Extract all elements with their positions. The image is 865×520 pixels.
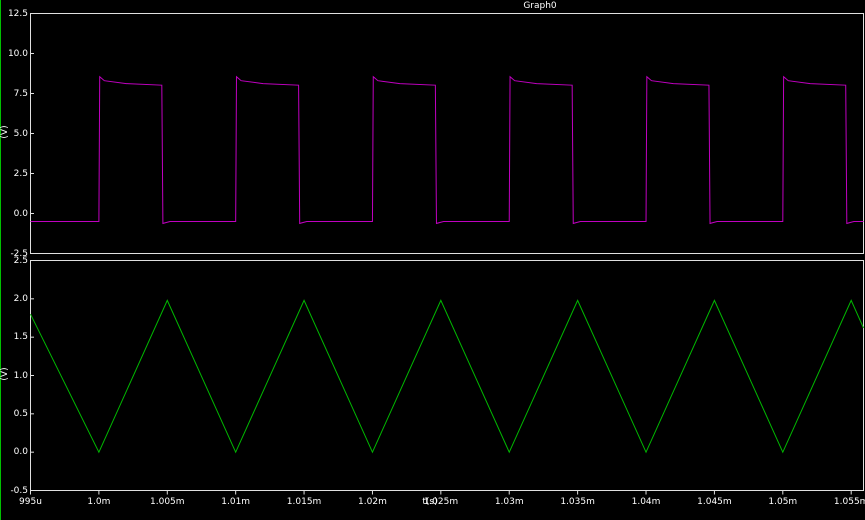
graph-window: Graph0 (V) (V) t(s) 12.510.07.55.02.50.0…: [0, 0, 865, 520]
y-tick-label: 2.5: [4, 256, 28, 266]
y-tick-label: 0.5: [4, 409, 28, 419]
x-tick-label: 1.03m: [479, 497, 539, 507]
x-tick-label: 1.04m: [616, 497, 676, 507]
triangle-wave-plot[interactable]: [30, 260, 864, 497]
x-tick-label: 1.01m: [206, 497, 266, 507]
x-tick-label: 1.02m: [342, 497, 402, 507]
square-wave-output-trace: [31, 77, 864, 224]
y-tick-label: 0.0: [4, 447, 28, 457]
plot-frame: [31, 14, 864, 254]
x-tick-label: 1.025m: [411, 497, 471, 507]
x-tick-label: 995u: [1, 497, 61, 507]
y-tick-label: 10.0: [4, 49, 28, 59]
square-wave-plot[interactable]: [30, 13, 864, 254]
graph-title: Graph0: [505, 1, 575, 11]
y-tick-label: 1.0: [4, 371, 28, 381]
x-tick-label: 1.05m: [753, 497, 813, 507]
y-tick-label: -0.5: [4, 486, 28, 496]
y-tick-label: 7.5: [4, 89, 28, 99]
plot-frame: [31, 261, 864, 491]
x-tick-label: 1.005m: [137, 497, 197, 507]
y-tick-label: 2.5: [4, 169, 28, 179]
x-tick-label: 1.055m: [821, 497, 865, 507]
y-tick-label: 2.0: [4, 294, 28, 304]
x-tick-label: 1.015m: [274, 497, 334, 507]
window-border: [0, 0, 1, 520]
x-tick-label: 1.045m: [684, 497, 744, 507]
triangle-wave-output-trace: [31, 300, 864, 452]
x-tick-label: 1.0m: [69, 497, 129, 507]
y-tick-label: 12.5: [4, 9, 28, 19]
y-tick-label: 5.0: [4, 129, 28, 139]
y-tick-label: 1.5: [4, 332, 28, 342]
x-tick-label: 1.035m: [548, 497, 608, 507]
y-tick-label: 0.0: [4, 209, 28, 219]
